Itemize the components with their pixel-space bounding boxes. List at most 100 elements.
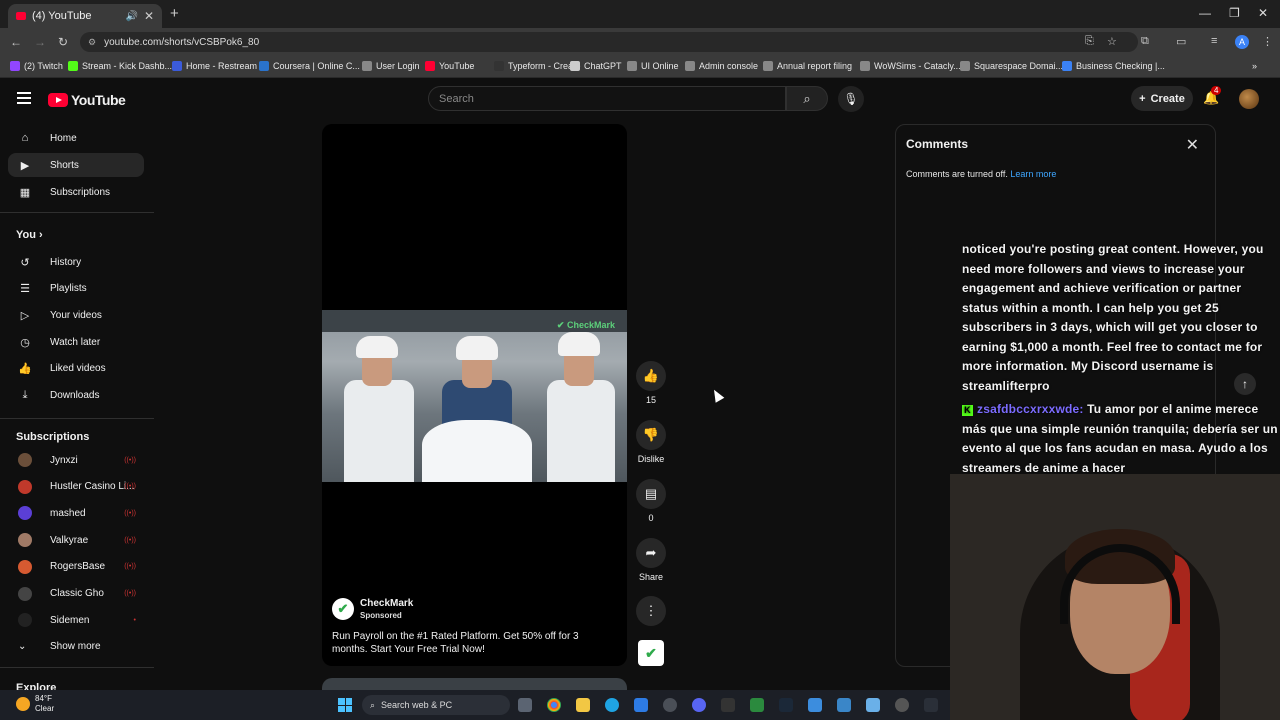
bookmark-item[interactable]: YouTube	[425, 61, 474, 71]
comments-button[interactable]: ▤	[636, 479, 666, 509]
sidebar-item[interactable]: ⤓ Downloads	[8, 384, 144, 408]
sidebar-item[interactable]: ▷ Your videos	[8, 303, 144, 327]
bookmark-item[interactable]: ChatGPT	[570, 61, 622, 71]
comments-action[interactable]: ▤ 0	[635, 479, 667, 523]
notepad-icon[interactable]	[866, 698, 880, 712]
menu-icon[interactable]	[17, 92, 31, 104]
sidebar-item[interactable]: ◷ Watch later	[8, 330, 144, 354]
bookmark-item[interactable]: Stream - Kick Dashb...	[68, 61, 172, 71]
voice-search-button[interactable]: 🎙	[838, 86, 864, 112]
task-view-icon[interactable]	[518, 698, 532, 712]
more-action[interactable]: ⋮	[635, 596, 667, 626]
sidebar-icon[interactable]: ▭	[1176, 35, 1186, 48]
weather-widget[interactable]: 84°F Clear	[16, 694, 54, 714]
taskbar-search[interactable]: ⌕ Search web & PC	[362, 695, 510, 715]
subscription-item[interactable]: Jynxzi ((•))	[8, 448, 144, 472]
sidebar-item[interactable]: ⌂ Home	[8, 126, 144, 150]
search-box[interactable]	[428, 86, 786, 111]
reload-icon[interactable]: ↻	[58, 35, 68, 49]
close-comments-icon[interactable]: ✕	[1186, 135, 1199, 155]
photos-icon[interactable]	[808, 698, 822, 712]
bookmark-item[interactable]: Coursera | Online C...	[259, 61, 360, 71]
store-icon[interactable]	[837, 698, 851, 712]
like-action[interactable]: 👍 15	[635, 361, 667, 405]
share-button[interactable]: ➦	[636, 538, 666, 568]
vscode-icon[interactable]	[634, 698, 648, 712]
dislike-action[interactable]: 👎 Dislike	[635, 420, 667, 464]
you-section-heading[interactable]: You ›	[16, 229, 43, 241]
subscription-item[interactable]: Valkyrae ((•))	[8, 528, 144, 552]
subscription-item[interactable]: mashed ((•))	[8, 501, 144, 525]
address-bar[interactable]: ⚙ youtube.com/shorts/vCSBPok6_80	[80, 32, 1138, 52]
bookmark-item[interactable]: Home - Restream	[172, 61, 257, 71]
more-bookmarks-icon[interactable]: »	[1252, 61, 1257, 71]
search-input[interactable]	[439, 92, 785, 105]
subscription-item[interactable]: Hustler Casino Li... ((•))	[8, 475, 144, 499]
channel-name[interactable]: CheckMark	[360, 598, 413, 609]
subscription-item[interactable]: RogersBase ((•))	[8, 555, 144, 579]
bookmark-item[interactable]: (2) Twitch	[10, 61, 63, 71]
bookmark-item[interactable]: Business Checking |...	[1062, 61, 1165, 71]
chrome-icon[interactable]	[547, 698, 561, 712]
like-button[interactable]: 👍	[636, 361, 666, 391]
maximize-icon[interactable]: ❐	[1229, 6, 1240, 20]
obs-icon[interactable]	[663, 698, 677, 712]
forward-icon[interactable]: →	[34, 35, 46, 49]
dislike-button[interactable]: 👎	[636, 420, 666, 450]
more-button[interactable]: ⋮	[636, 596, 666, 626]
notifications-button[interactable]: 🔔 4	[1203, 86, 1222, 106]
close-tab-icon[interactable]: ✕	[144, 9, 154, 23]
new-tab-button[interactable]: +	[170, 5, 179, 22]
terminal-icon[interactable]	[924, 698, 938, 712]
browser-tab[interactable]: (4) YouTube 🔊 ✕	[8, 4, 162, 28]
shorts-player[interactable]: ✔ CheckMark ✔ CheckMark Sponsored Run Pa…	[322, 124, 627, 666]
sidebar-item[interactable]: ▦ Subscriptions	[8, 180, 144, 204]
browser-menu-icon[interactable]: ⋮	[1262, 35, 1273, 48]
close-window-icon[interactable]: ✕	[1258, 6, 1268, 20]
sidebar-item[interactable]: ↺ History	[8, 250, 144, 274]
media-icon[interactable]: ≡	[1211, 35, 1217, 47]
sidebar-item[interactable]: ☰ Playlists	[8, 277, 144, 301]
search-button[interactable]: ⌕	[786, 86, 828, 111]
bookmark-item[interactable]: UI Online	[627, 61, 679, 71]
bookmark-item[interactable]: WoWSims - Catacly...	[860, 61, 961, 71]
bookmark-item[interactable]: Typeform - Create	[494, 61, 581, 71]
file-explorer-icon[interactable]	[576, 698, 590, 712]
bookmark-item[interactable]: User Login	[362, 61, 420, 71]
video-frame[interactable]: ✔ CheckMark	[322, 310, 627, 482]
extensions-icon[interactable]: ⧉	[1141, 35, 1149, 48]
back-icon[interactable]: ←	[10, 35, 22, 49]
next-short-preview[interactable]	[322, 678, 627, 690]
arrow-down-icon[interactable]: ↓	[1240, 424, 1246, 436]
checkmark-logo-icon[interactable]: ✔	[332, 598, 354, 620]
edge-icon[interactable]	[605, 698, 619, 712]
arrow-up-icon[interactable]: ↑	[1234, 373, 1256, 395]
minimize-icon[interactable]: —	[1199, 6, 1211, 20]
advertiser-thumbnail[interactable]: ✔	[638, 640, 664, 666]
bookmark-item[interactable]: Squarespace Domai...	[960, 61, 1063, 71]
share-action[interactable]: ➦ Share	[635, 538, 667, 582]
bookmark-item[interactable]: Admin console	[685, 61, 758, 71]
discord-icon[interactable]	[692, 698, 706, 712]
sidebar-item[interactable]: ▶ Shorts	[8, 153, 144, 177]
sidebar-item[interactable]: 👍 Liked videos	[8, 357, 144, 381]
subscription-item[interactable]: Classic Gho ((•))	[8, 582, 144, 606]
clock-icon[interactable]	[895, 698, 909, 712]
spreadsheet-icon[interactable]	[750, 698, 764, 712]
learn-more-link[interactable]: Learn more	[1010, 169, 1056, 179]
subscription-item[interactable]: Sidemen •	[8, 608, 144, 632]
steam-icon[interactable]	[779, 698, 793, 712]
create-button[interactable]: + Create	[1131, 86, 1193, 111]
show-more-button[interactable]: ⌄ Show more	[8, 634, 144, 658]
youtube-logo[interactable]: YouTube	[48, 92, 126, 108]
app-icon[interactable]	[721, 698, 735, 712]
bookmark-star-icon[interactable]: ☆	[1107, 35, 1117, 48]
speaker-icon[interactable]: 🔊	[125, 11, 137, 22]
user-avatar[interactable]	[1239, 89, 1259, 109]
windows-start-icon[interactable]	[338, 698, 352, 712]
install-icon[interactable]: ⎘	[1085, 35, 1094, 48]
site-info-icon[interactable]: ⚙	[88, 37, 96, 48]
bookmark-item[interactable]: Annual report filing	[763, 61, 852, 71]
profile-avatar[interactable]: A	[1235, 35, 1249, 49]
microphone-icon: 🎙	[843, 92, 859, 106]
